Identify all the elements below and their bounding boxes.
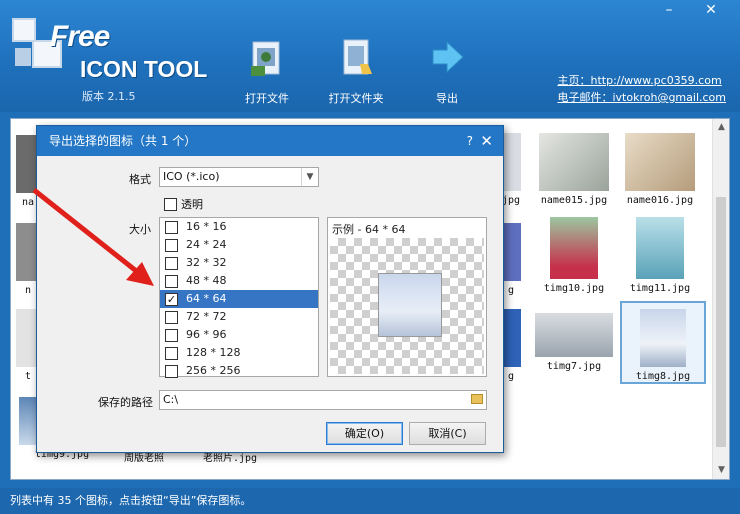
open-folder-button[interactable]: 打开文件夹 [321, 36, 391, 106]
format-select[interactable]: ICO (*.ico) ▼ [159, 167, 319, 187]
list-item[interactable]: timg7.jpg [531, 313, 617, 372]
app-header: – ✕ Free ICON TOOL 版本 2.1.5 打开文件 打开文件夹 导… [0, 0, 740, 112]
cancel-button[interactable]: 取消(C) [409, 422, 486, 445]
list-item[interactable]: timg11.jpg [617, 217, 703, 294]
size-checkbox[interactable] [165, 238, 178, 252]
dialog-close-button[interactable]: ✕ [480, 126, 493, 156]
open-file-button[interactable]: 打开文件 [232, 36, 302, 106]
export-button[interactable]: 导出 [412, 36, 482, 106]
preview-image [378, 273, 442, 337]
contact-links: 主页：http://www.pc0359.com 电子邮件：ivtokroh@g… [557, 72, 726, 106]
open-file-label: 打开文件 [245, 92, 289, 105]
logo-free-text: Free [50, 20, 110, 53]
path-label: 保存的路径 [98, 396, 153, 409]
size-checkbox[interactable] [165, 346, 178, 360]
list-item[interactable]: name015.jpg [531, 133, 617, 206]
dialog-titlebar: 导出选择的图标（共 1 个） ? ✕ [37, 126, 503, 156]
size-list[interactable]: 16 * 16 24 * 24 32 * 32 48 * 48 ✓ 64 * 64… [159, 217, 319, 380]
size-checkbox[interactable] [165, 256, 178, 270]
size-checkbox[interactable] [165, 310, 178, 324]
format-label: 格式 [129, 173, 151, 186]
preview-label: 示例 - 64 * 64 [332, 223, 406, 236]
size-option[interactable]: 24 * 24 [160, 236, 318, 254]
open-folder-icon [343, 39, 372, 75]
size-label: 大小 [129, 223, 151, 236]
save-path-value: C:\ [163, 393, 179, 406]
size-checkbox[interactable] [165, 328, 178, 342]
transparency-grid [330, 238, 484, 374]
transparent-label: 透明 [181, 198, 203, 211]
size-option[interactable]: 96 * 96 [160, 326, 318, 344]
browse-folder-icon[interactable] [471, 394, 483, 404]
size-checkbox[interactable] [165, 220, 178, 234]
size-checkbox-checked[interactable]: ✓ [165, 292, 178, 306]
minimize-button[interactable]: – [656, 0, 682, 20]
size-checkbox[interactable] [165, 364, 178, 378]
save-path-field[interactable]: C:\ [159, 390, 487, 410]
logo-title: ICON TOOL [80, 56, 208, 82]
scrollbar-thumb[interactable] [716, 197, 726, 447]
size-checkbox[interactable] [165, 274, 178, 288]
homepage-link[interactable]: 主页：http://www.pc0359.com [557, 72, 726, 89]
export-label: 导出 [436, 92, 458, 105]
size-option[interactable]: 128 * 128 [160, 344, 318, 362]
status-bar: 列表中有 35 个图标，点击按钮“导出”保存图标。 [0, 488, 740, 514]
size-option-selected[interactable]: ✓ 64 * 64 [160, 290, 318, 308]
size-option[interactable]: 16 * 16 [160, 218, 318, 236]
icon-preview: 示例 - 64 * 64 [327, 217, 487, 377]
size-option[interactable]: 72 * 72 [160, 308, 318, 326]
gallery-scrollbar[interactable]: ▲ ▼ [712, 119, 729, 479]
transparent-checkbox[interactable] [164, 197, 177, 211]
email-link[interactable]: 电子邮件：ivtokroh@gmail.com [557, 89, 726, 106]
list-item[interactable]: timg10.jpg [531, 217, 617, 294]
size-option[interactable]: 256 * 256 [160, 362, 318, 380]
export-arrow-icon [432, 40, 464, 74]
help-button[interactable]: ? [467, 126, 473, 156]
scroll-down-icon[interactable]: ▼ [713, 462, 729, 479]
open-file-icon [251, 41, 280, 76]
scroll-up-icon[interactable]: ▲ [713, 119, 729, 136]
chevron-down-icon[interactable]: ▼ [301, 168, 318, 186]
size-option[interactable]: 48 * 48 [160, 272, 318, 290]
ok-button[interactable]: 确定(O) [326, 422, 403, 445]
export-dialog: 导出选择的图标（共 1 个） ? ✕ 格式 ICO (*.ico) ▼ 透明 大… [36, 125, 504, 453]
list-item-selected[interactable]: timg8.jpg [620, 301, 706, 384]
dialog-title: 导出选择的图标（共 1 个） [49, 134, 197, 148]
open-folder-label: 打开文件夹 [328, 92, 384, 105]
version-label: 版本 2.1.5 [82, 90, 136, 103]
size-option[interactable]: 32 * 32 [160, 254, 318, 272]
close-window-button[interactable]: ✕ [698, 0, 724, 20]
transparent-option[interactable]: 透明 [164, 196, 203, 212]
list-item[interactable]: name016.jpg [617, 133, 703, 206]
format-value: ICO (*.ico) [163, 170, 220, 183]
